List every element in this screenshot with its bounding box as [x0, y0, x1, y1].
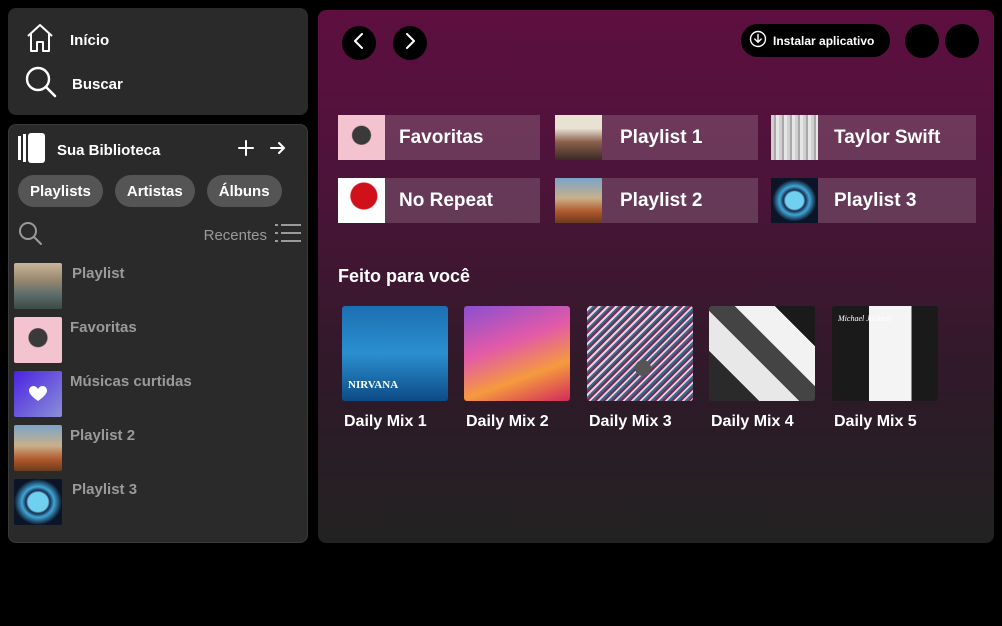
quick-access-item[interactable]: Playlist 2	[555, 178, 758, 223]
quick-access-label: Taylor Swift	[834, 126, 941, 148]
chevron-left-icon	[352, 32, 366, 54]
library-item-name: Músicas curtidas	[70, 373, 192, 390]
sort-button[interactable]: Recentes	[204, 223, 301, 247]
quick-access-label: Playlist 3	[834, 189, 917, 211]
quick-access-item[interactable]: Playlist 3	[771, 178, 976, 223]
library-item[interactable]: Músicas curtidas	[14, 371, 192, 417]
forward-button[interactable]	[393, 26, 427, 60]
filter-chip-playlists[interactable]: Playlists	[18, 175, 103, 207]
mix-label: Daily Mix 5	[834, 413, 917, 430]
quick-access-label: Playlist 1	[620, 126, 703, 148]
download-icon	[749, 30, 767, 51]
main-panel: Instalar aplicativo Favoritas Playlist 1…	[318, 10, 994, 543]
home-label: Início	[70, 32, 110, 49]
library-search-sort-row: Recentes	[17, 221, 301, 249]
search-nav-item[interactable]: Buscar	[24, 65, 123, 104]
album-art-currents-icon	[587, 306, 693, 401]
profile-button[interactable]	[945, 24, 979, 58]
mix-card[interactable]: Michael Jackson Daily Mix 5	[832, 306, 940, 431]
quick-access-item[interactable]: Favoritas	[338, 115, 540, 160]
album-art-folklore-icon	[771, 115, 818, 160]
filter-chip-artists[interactable]: Artistas	[114, 175, 195, 207]
cover-text: NIRVANA	[348, 379, 399, 391]
section-title-made-for-you: Feito para você	[338, 266, 471, 286]
library-icon	[17, 132, 47, 169]
install-app-button[interactable]: Instalar aplicativo	[741, 24, 890, 57]
ball-shape	[635, 360, 651, 376]
quick-access-label: No Repeat	[399, 189, 493, 211]
album-art-astroworld-icon	[555, 178, 602, 223]
album-art-thriller-icon: Michael Jackson	[832, 306, 938, 401]
album-art-red-icon	[338, 178, 385, 223]
sort-label: Recentes	[203, 226, 267, 244]
album-art-collage-icon	[709, 306, 815, 401]
back-button[interactable]	[342, 26, 376, 60]
album-art-nevermind-icon: NIRVANA	[342, 306, 448, 401]
library-item-name: Playlist 2	[70, 427, 136, 444]
album-art-awaken-icon	[771, 178, 818, 223]
mix-card[interactable]: Daily Mix 3	[587, 306, 695, 431]
library-panel: Sua Biblioteca Playlists Artistas Álbuns…	[8, 124, 308, 543]
nav-panel: Início Buscar	[8, 8, 308, 115]
install-app-label: Instalar aplicativo	[773, 33, 875, 48]
search-label: Buscar	[72, 76, 123, 93]
quick-access-item[interactable]: Taylor Swift	[771, 115, 976, 160]
album-art-awaken-icon	[14, 479, 62, 525]
album-art-pink-icon	[338, 115, 385, 160]
library-search-icon[interactable]	[17, 220, 43, 251]
library-item[interactable]: Playlist 3	[14, 479, 137, 525]
library-title: Sua Biblioteca	[57, 141, 161, 159]
mix-label: Daily Mix 4	[711, 413, 794, 430]
library-item[interactable]: Playlist	[14, 263, 125, 309]
cover-text: Michael Jackson	[838, 314, 892, 323]
library-filter-chips: Playlists Artistas Álbuns	[18, 175, 282, 207]
search-icon	[24, 65, 58, 104]
quick-access-label: Favoritas	[399, 126, 484, 148]
mix-label: Daily Mix 2	[466, 413, 549, 430]
album-art-blond-icon	[555, 115, 602, 160]
library-item-name: Playlist	[72, 265, 125, 282]
chevron-right-icon	[403, 32, 417, 54]
mix-card[interactable]: Daily Mix 4	[709, 306, 817, 431]
home-nav-item[interactable]: Início	[24, 22, 109, 59]
arrow-right-icon[interactable]	[269, 139, 287, 162]
album-art-astroworld-icon	[14, 425, 62, 471]
album-art-graduation-icon	[464, 306, 570, 401]
mix-label: Daily Mix 1	[344, 413, 427, 430]
library-header[interactable]: Sua Biblioteca	[17, 132, 299, 169]
quick-access-label: Playlist 2	[620, 189, 703, 211]
library-item[interactable]: Favoritas	[14, 317, 137, 363]
album-art-norman-icon	[14, 263, 62, 309]
library-item-name: Favoritas	[70, 319, 137, 336]
album-art-pink-icon	[14, 317, 62, 363]
plus-icon[interactable]	[237, 139, 255, 162]
library-item-name: Playlist 3	[72, 481, 138, 498]
home-icon	[24, 22, 56, 59]
quick-access-item[interactable]: No Repeat	[338, 178, 540, 223]
mix-card[interactable]: Daily Mix 2	[464, 306, 572, 431]
list-icon	[275, 223, 301, 247]
mix-card[interactable]: NIRVANA Daily Mix 1	[342, 306, 450, 431]
quick-access-item[interactable]: Playlist 1	[555, 115, 758, 160]
notifications-button[interactable]	[905, 24, 939, 58]
filter-chip-albums[interactable]: Álbuns	[206, 175, 282, 207]
heart-icon	[14, 371, 62, 417]
library-item[interactable]: Playlist 2	[14, 425, 135, 471]
mix-label: Daily Mix 3	[589, 413, 672, 430]
